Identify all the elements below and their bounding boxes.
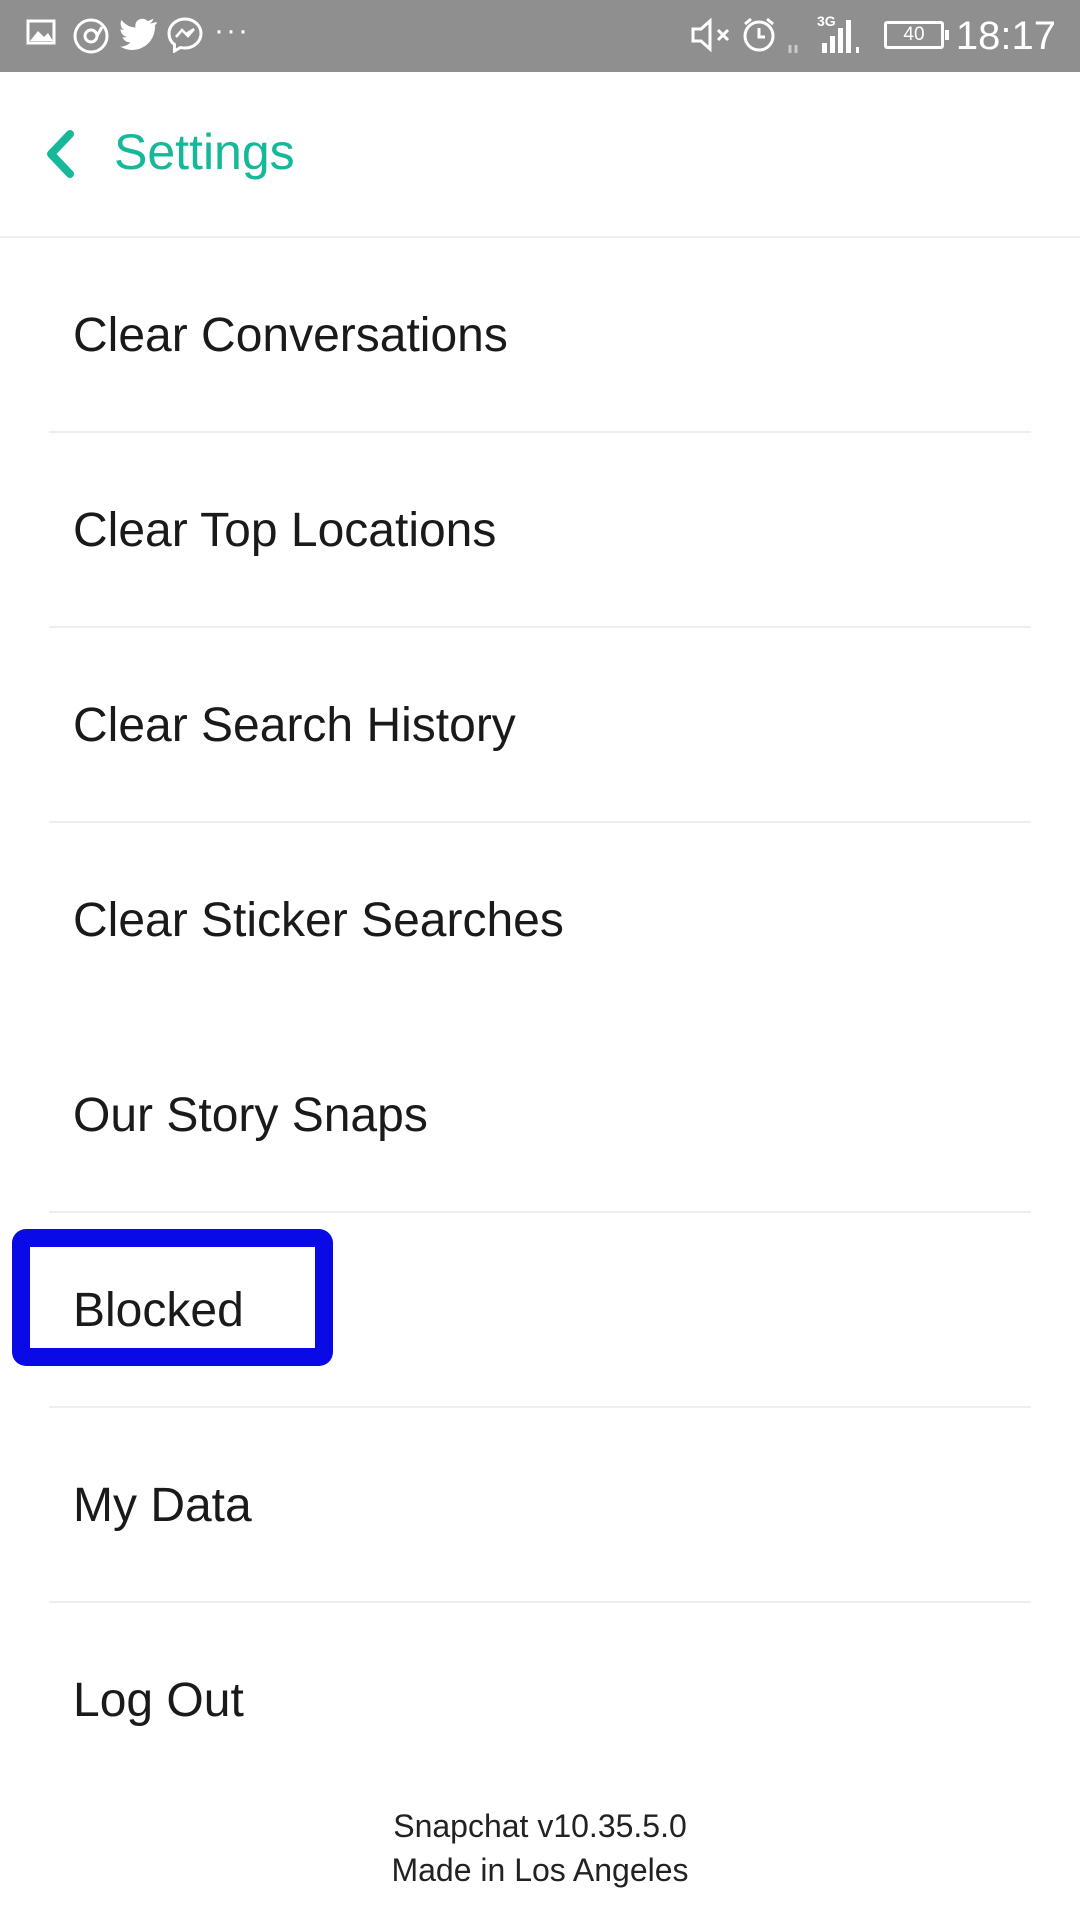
- clear-search-history-item[interactable]: Clear Search History: [0, 628, 1080, 823]
- log-out-item[interactable]: Log Out: [0, 1603, 1080, 1798]
- camera-sync-icon: [72, 17, 112, 55]
- our-story-snaps-item[interactable]: Our Story Snaps: [0, 1018, 1080, 1213]
- twitter-icon: [120, 17, 158, 55]
- clear-sticker-searches-label: Clear Sticker Searches: [73, 893, 564, 947]
- header: Settings: [0, 72, 1080, 238]
- blocked-label: Blocked: [73, 1283, 244, 1337]
- clear-conversations-item[interactable]: Clear Conversations: [0, 238, 1080, 433]
- our-story-snaps-label: Our Story Snaps: [73, 1088, 428, 1142]
- app-version: Snapchat v10.35.5.0: [393, 1808, 687, 1844]
- gallery-icon: [26, 17, 56, 55]
- status-time: 18:17: [955, 14, 1056, 58]
- alarm-icon: [741, 17, 777, 55]
- back-button[interactable]: [30, 124, 90, 184]
- clear-top-locations-label: Clear Top Locations: [73, 503, 497, 557]
- made-in-text: Made in Los Angeles: [391, 1852, 689, 1888]
- my-data-label: My Data: [73, 1478, 252, 1532]
- settings-list: Clear Conversations Clear Top Locations …: [0, 238, 1080, 1798]
- more-notifications-icon: ···: [214, 14, 250, 47]
- battery-icon: 40: [884, 21, 949, 49]
- clear-conversations-label: Clear Conversations: [73, 308, 508, 362]
- screen: ··· 3G 40 18:17 Settings Clear Conversat…: [0, 0, 1080, 1920]
- clear-search-history-label: Clear Search History: [73, 698, 516, 752]
- messenger-icon: [167, 17, 203, 55]
- status-bar: ··· 3G 40 18:17: [0, 0, 1080, 72]
- footer: Snapchat v10.35.5.0 Made in Los Angeles: [0, 1804, 1080, 1892]
- my-data-item[interactable]: My Data: [0, 1408, 1080, 1603]
- chevron-left-icon: [47, 130, 74, 178]
- log-out-label: Log Out: [73, 1673, 244, 1727]
- mute-icon: [690, 17, 734, 55]
- blocked-item[interactable]: Blocked: [0, 1213, 1080, 1408]
- page-title: Settings: [114, 124, 295, 180]
- signal-icon: [786, 17, 866, 55]
- clear-top-locations-item[interactable]: Clear Top Locations: [0, 433, 1080, 628]
- clear-sticker-searches-item[interactable]: Clear Sticker Searches: [0, 823, 1080, 1018]
